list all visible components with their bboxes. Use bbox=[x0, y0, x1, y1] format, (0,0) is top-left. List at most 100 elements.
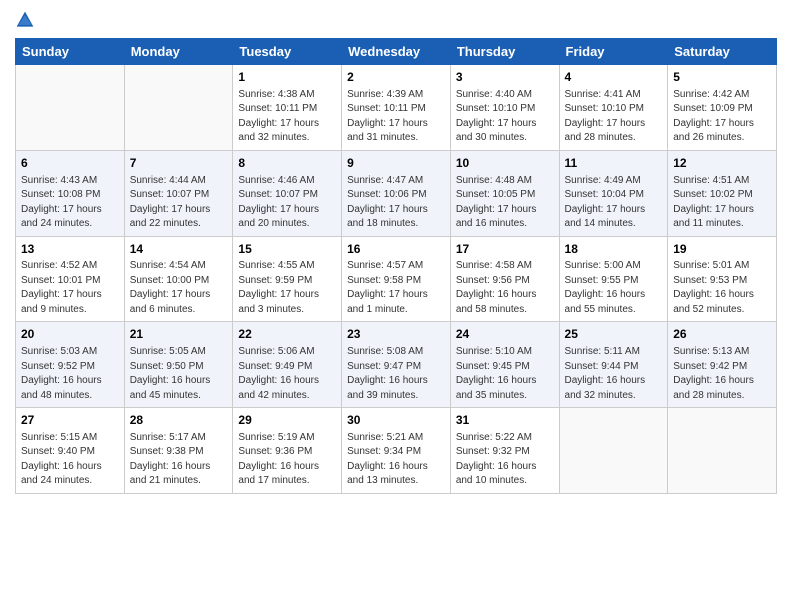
day-cell: 15Sunrise: 4:55 AM Sunset: 9:59 PM Dayli… bbox=[233, 236, 342, 322]
day-info: Sunrise: 5:11 AM Sunset: 9:44 PM Dayligh… bbox=[565, 345, 663, 403]
day-cell: 24 Sunrise: 5:10 AM Sunset: 9:45 PM Dayli… bbox=[450, 322, 559, 408]
day-cell: 25Sunrise: 5:11 AM Sunset: 9:44 PM Dayli… bbox=[559, 322, 668, 408]
week-row-5: 27 Sunrise: 5:15 AM Sunset: 9:40 PM Dayli… bbox=[16, 408, 777, 494]
day-number: 1 bbox=[238, 69, 336, 86]
day-info: Sunrise: 5:05 AM Sunset: 9:50 PM Dayligh… bbox=[130, 345, 228, 403]
day-number: 23 bbox=[347, 326, 445, 343]
day-number: 28 bbox=[130, 412, 228, 429]
week-row-2: 6 Sunrise: 4:43 AM Sunset: 10:08 PM Dayli… bbox=[16, 150, 777, 236]
day-cell: 2 Sunrise: 4:39 AM Sunset: 10:11 PM Dayli… bbox=[342, 65, 451, 151]
logo-icon bbox=[15, 10, 35, 30]
day-info: Sunrise: 4:42 AM Sunset: 10:09 PM Daylig… bbox=[673, 88, 771, 146]
day-info: Sunrise: 5:00 AM Sunset: 9:55 PM Dayligh… bbox=[565, 259, 663, 317]
header-thursday: Thursday bbox=[450, 39, 559, 65]
header-wednesday: Wednesday bbox=[342, 39, 451, 65]
day-cell: 22Sunrise: 5:06 AM Sunset: 9:49 PM Dayli… bbox=[233, 322, 342, 408]
day-number: 30 bbox=[347, 412, 445, 429]
day-info: Sunrise: 4:58 AM Sunset: 9:56 PM Dayligh… bbox=[456, 259, 554, 317]
day-cell: 20Sunrise: 5:03 AM Sunset: 9:52 PM Dayli… bbox=[16, 322, 125, 408]
day-info: Sunrise: 5:17 AM Sunset: 9:38 PM Dayligh… bbox=[130, 431, 228, 489]
logo bbox=[15, 10, 37, 30]
day-cell bbox=[668, 408, 777, 494]
day-cell: 11Sunrise: 4:49 AM Sunset: 10:04 PM Dayl… bbox=[559, 150, 668, 236]
day-info: Sunrise: 4:47 AM Sunset: 10:06 PM Daylig… bbox=[347, 174, 445, 232]
day-cell: 21 Sunrise: 5:05 AM Sunset: 9:50 PM Dayli… bbox=[124, 322, 233, 408]
day-number: 12 bbox=[673, 155, 771, 172]
day-cell: 16Sunrise: 4:57 AM Sunset: 9:58 PM Dayli… bbox=[342, 236, 451, 322]
day-number: 8 bbox=[238, 155, 336, 172]
day-info: Sunrise: 4:49 AM Sunset: 10:04 PM Daylig… bbox=[565, 174, 663, 232]
day-cell: 27 Sunrise: 5:15 AM Sunset: 9:40 PM Dayli… bbox=[16, 408, 125, 494]
day-number: 2 bbox=[347, 69, 445, 86]
day-cell: 14Sunrise: 4:54 AM Sunset: 10:00 PM Dayl… bbox=[124, 236, 233, 322]
day-number: 21 bbox=[130, 326, 228, 343]
header bbox=[15, 10, 777, 30]
day-number: 15 bbox=[238, 241, 336, 258]
day-info: Sunrise: 4:55 AM Sunset: 9:59 PM Dayligh… bbox=[238, 259, 336, 317]
day-cell: 28 Sunrise: 5:17 AM Sunset: 9:38 PM Dayli… bbox=[124, 408, 233, 494]
day-cell bbox=[559, 408, 668, 494]
day-cell: 18Sunrise: 5:00 AM Sunset: 9:55 PM Dayli… bbox=[559, 236, 668, 322]
day-number: 17 bbox=[456, 241, 554, 258]
day-cell: 9 Sunrise: 4:47 AM Sunset: 10:06 PM Dayli… bbox=[342, 150, 451, 236]
day-info: Sunrise: 4:43 AM Sunset: 10:08 PM Daylig… bbox=[21, 174, 119, 232]
day-number: 5 bbox=[673, 69, 771, 86]
day-cell bbox=[124, 65, 233, 151]
calendar-header: SundayMondayTuesdayWednesdayThursdayFrid… bbox=[16, 39, 777, 65]
day-cell: 7Sunrise: 4:44 AM Sunset: 10:07 PM Dayli… bbox=[124, 150, 233, 236]
week-row-1: 1 Sunrise: 4:38 AM Sunset: 10:11 PM Dayli… bbox=[16, 65, 777, 151]
day-number: 6 bbox=[21, 155, 119, 172]
day-info: Sunrise: 4:54 AM Sunset: 10:00 PM Daylig… bbox=[130, 259, 228, 317]
day-info: Sunrise: 5:19 AM Sunset: 9:36 PM Dayligh… bbox=[238, 431, 336, 489]
header-friday: Friday bbox=[559, 39, 668, 65]
day-cell: 6 Sunrise: 4:43 AM Sunset: 10:08 PM Dayli… bbox=[16, 150, 125, 236]
day-info: Sunrise: 4:40 AM Sunset: 10:10 PM Daylig… bbox=[456, 88, 554, 146]
day-cell: 8 Sunrise: 4:46 AM Sunset: 10:07 PM Dayli… bbox=[233, 150, 342, 236]
day-cell: 23 Sunrise: 5:08 AM Sunset: 9:47 PM Dayli… bbox=[342, 322, 451, 408]
day-cell: 29Sunrise: 5:19 AM Sunset: 9:36 PM Dayli… bbox=[233, 408, 342, 494]
day-info: Sunrise: 5:10 AM Sunset: 9:45 PM Dayligh… bbox=[456, 345, 554, 403]
day-info: Sunrise: 5:01 AM Sunset: 9:53 PM Dayligh… bbox=[673, 259, 771, 317]
day-cell: 5 Sunrise: 4:42 AM Sunset: 10:09 PM Dayli… bbox=[668, 65, 777, 151]
day-info: Sunrise: 5:13 AM Sunset: 9:42 PM Dayligh… bbox=[673, 345, 771, 403]
day-number: 20 bbox=[21, 326, 119, 343]
day-info: Sunrise: 4:38 AM Sunset: 10:11 PM Daylig… bbox=[238, 88, 336, 146]
day-info: Sunrise: 4:57 AM Sunset: 9:58 PM Dayligh… bbox=[347, 259, 445, 317]
day-info: Sunrise: 4:41 AM Sunset: 10:10 PM Daylig… bbox=[565, 88, 663, 146]
day-number: 4 bbox=[565, 69, 663, 86]
day-number: 31 bbox=[456, 412, 554, 429]
day-cell: 4 Sunrise: 4:41 AM Sunset: 10:10 PM Dayli… bbox=[559, 65, 668, 151]
day-info: Sunrise: 4:48 AM Sunset: 10:05 PM Daylig… bbox=[456, 174, 554, 232]
day-info: Sunrise: 5:22 AM Sunset: 9:32 PM Dayligh… bbox=[456, 431, 554, 489]
day-number: 19 bbox=[673, 241, 771, 258]
day-number: 9 bbox=[347, 155, 445, 172]
header-tuesday: Tuesday bbox=[233, 39, 342, 65]
day-number: 3 bbox=[456, 69, 554, 86]
calendar-body: 1 Sunrise: 4:38 AM Sunset: 10:11 PM Dayli… bbox=[16, 65, 777, 494]
day-info: Sunrise: 5:15 AM Sunset: 9:40 PM Dayligh… bbox=[21, 431, 119, 489]
day-info: Sunrise: 5:06 AM Sunset: 9:49 PM Dayligh… bbox=[238, 345, 336, 403]
day-cell: 26 Sunrise: 5:13 AM Sunset: 9:42 PM Dayli… bbox=[668, 322, 777, 408]
day-number: 24 bbox=[456, 326, 554, 343]
day-info: Sunrise: 4:52 AM Sunset: 10:01 PM Daylig… bbox=[21, 259, 119, 317]
day-info: Sunrise: 4:39 AM Sunset: 10:11 PM Daylig… bbox=[347, 88, 445, 146]
header-saturday: Saturday bbox=[668, 39, 777, 65]
day-cell: 13Sunrise: 4:52 AM Sunset: 10:01 PM Dayl… bbox=[16, 236, 125, 322]
day-number: 16 bbox=[347, 241, 445, 258]
day-number: 14 bbox=[130, 241, 228, 258]
day-info: Sunrise: 5:21 AM Sunset: 9:34 PM Dayligh… bbox=[347, 431, 445, 489]
header-sunday: Sunday bbox=[16, 39, 125, 65]
header-monday: Monday bbox=[124, 39, 233, 65]
day-info: Sunrise: 4:46 AM Sunset: 10:07 PM Daylig… bbox=[238, 174, 336, 232]
day-info: Sunrise: 4:44 AM Sunset: 10:07 PM Daylig… bbox=[130, 174, 228, 232]
day-cell: 3 Sunrise: 4:40 AM Sunset: 10:10 PM Dayli… bbox=[450, 65, 559, 151]
day-number: 10 bbox=[456, 155, 554, 172]
day-info: Sunrise: 5:08 AM Sunset: 9:47 PM Dayligh… bbox=[347, 345, 445, 403]
page: SundayMondayTuesdayWednesdayThursdayFrid… bbox=[0, 0, 792, 504]
day-cell: 17Sunrise: 4:58 AM Sunset: 9:56 PM Dayli… bbox=[450, 236, 559, 322]
day-info: Sunrise: 4:51 AM Sunset: 10:02 PM Daylig… bbox=[673, 174, 771, 232]
day-number: 27 bbox=[21, 412, 119, 429]
day-number: 18 bbox=[565, 241, 663, 258]
header-row: SundayMondayTuesdayWednesdayThursdayFrid… bbox=[16, 39, 777, 65]
day-number: 26 bbox=[673, 326, 771, 343]
